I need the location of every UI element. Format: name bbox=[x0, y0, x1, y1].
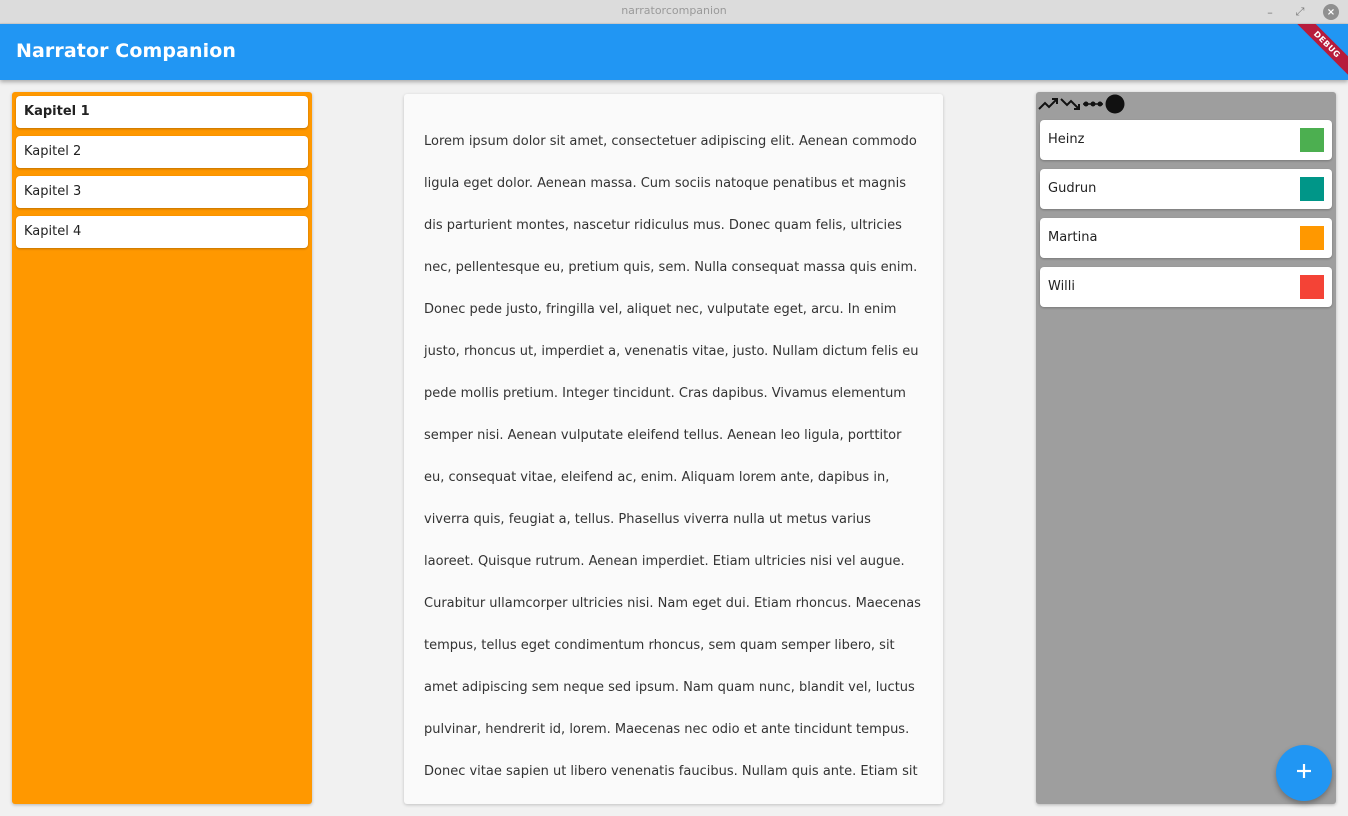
window-titlebar: narratorcompanion – ⤢ × bbox=[0, 0, 1348, 24]
character-name: Martina bbox=[1048, 230, 1098, 245]
character-color-swatch[interactable] bbox=[1300, 275, 1324, 299]
character-color-swatch[interactable] bbox=[1300, 177, 1324, 201]
close-button[interactable]: × bbox=[1323, 4, 1339, 20]
chapter-item[interactable]: Kapitel 3 bbox=[16, 176, 308, 208]
maximize-button[interactable]: ⤢ bbox=[1292, 4, 1308, 20]
chapter-text: Lorem ipsum dolor sit amet, consectetuer… bbox=[424, 134, 921, 779]
circle-icon[interactable] bbox=[1104, 94, 1126, 114]
add-button[interactable] bbox=[1276, 745, 1332, 801]
character-toolbar bbox=[1038, 94, 1126, 114]
character-color-swatch[interactable] bbox=[1300, 226, 1324, 250]
trend-down-icon[interactable] bbox=[1060, 94, 1082, 114]
chapter-item[interactable]: Kapitel 2 bbox=[16, 136, 308, 168]
character-item[interactable]: Gudrun bbox=[1040, 169, 1332, 209]
character-item[interactable]: Martina bbox=[1040, 218, 1332, 258]
chapter-item[interactable]: Kapitel 4 bbox=[16, 216, 308, 248]
character-name: Willi bbox=[1048, 279, 1076, 294]
window-title: narratorcompanion bbox=[621, 4, 727, 17]
chapter-item[interactable]: Kapitel 1 bbox=[16, 96, 308, 128]
plus-icon bbox=[1295, 762, 1313, 784]
dotted-line-icon[interactable] bbox=[1082, 94, 1104, 114]
app-bar: Narrator Companion DEBUG bbox=[0, 24, 1348, 80]
character-item[interactable]: Heinz bbox=[1040, 120, 1332, 160]
chapter-text-card: Lorem ipsum dolor sit amet, consectetuer… bbox=[404, 94, 943, 804]
character-name: Gudrun bbox=[1048, 181, 1097, 196]
character-name: Heinz bbox=[1048, 132, 1085, 147]
character-list: Heinz Gudrun Martina Willi bbox=[1036, 92, 1336, 804]
debug-banner: DEBUG bbox=[1289, 24, 1348, 80]
chapter-list: Kapitel 1 Kapitel 2 Kapitel 3 Kapitel 4 bbox=[12, 92, 312, 804]
character-color-swatch[interactable] bbox=[1300, 128, 1324, 152]
character-item[interactable]: Willi bbox=[1040, 267, 1332, 307]
app-window: narratorcompanion – ⤢ × Narrator Compani… bbox=[0, 0, 1348, 816]
minimize-button[interactable]: – bbox=[1262, 4, 1278, 20]
trend-up-icon[interactable] bbox=[1038, 94, 1060, 114]
app-title: Narrator Companion bbox=[16, 40, 237, 62]
